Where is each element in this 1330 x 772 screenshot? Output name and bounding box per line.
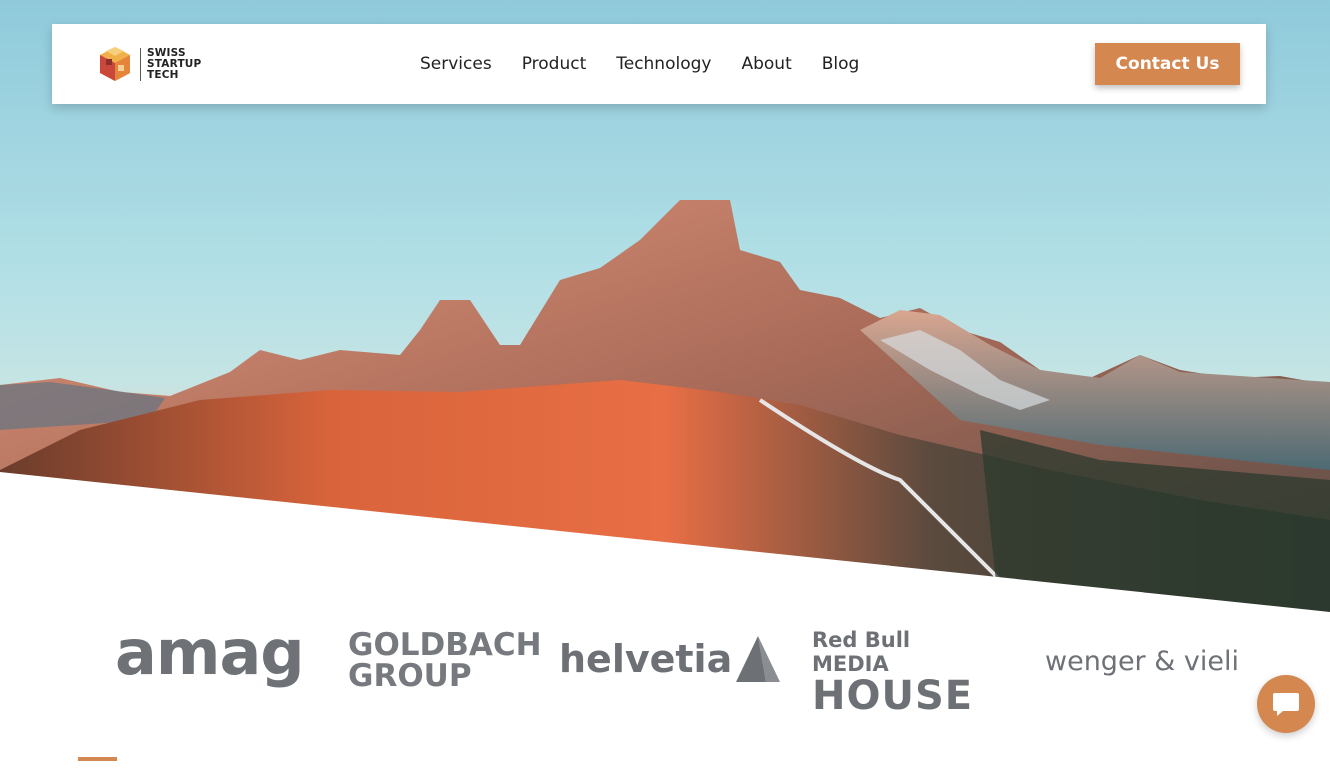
partner-logo-wenger-vieli[interactable]: wenger & vieli [1045,642,1239,682]
nav-link-blog[interactable]: Blog [822,54,860,74]
logo-wordmark: SWISS STARTUP TECH [140,46,202,81]
helvetia-triangle-icon [736,636,781,682]
redbull-bottom-line: HOUSE [812,673,974,719]
partner-logo-redbull-media-house[interactable]: Red Bull MEDIA HOUSE [812,628,972,716]
logo-line-3: TECH [147,68,179,81]
main-menu: Services Product Technology About Blog [420,24,889,104]
nav-link-about[interactable]: About [741,54,791,74]
goldbach-line-1: GOLDBACH [348,627,542,663]
goldbach-line-2: GROUP [348,658,472,694]
partner-logo-amag[interactable]: amag [115,622,305,684]
nav-link-technology[interactable]: Technology [616,54,711,74]
redbull-top-line: Red Bull MEDIA [812,628,911,676]
chat-bubble-icon [1273,693,1299,716]
section-accent-bar [78,757,117,761]
logo-line-2: STARTUP [147,57,202,70]
chat-widget-button[interactable] [1257,675,1315,733]
cube-logo-icon [100,47,130,81]
nav-link-services[interactable]: Services [420,54,492,74]
partner-logo-helvetia[interactable]: helvetia [559,634,781,684]
logo-line-1: SWISS [147,46,186,59]
partner-logos-strip: amag GOLDBACH GROUP helvetia Red Bull ME… [0,620,1330,717]
nav-link-product[interactable]: Product [522,54,587,74]
site-logo[interactable]: SWISS STARTUP TECH [96,44,201,84]
partner-logo-goldbach[interactable]: GOLDBACH GROUP [348,627,542,694]
helvetia-wordmark: helvetia [559,637,733,681]
top-navigation-bar: SWISS STARTUP TECH Services Product Tech… [52,24,1266,104]
contact-us-button[interactable]: Contact Us [1095,43,1240,85]
